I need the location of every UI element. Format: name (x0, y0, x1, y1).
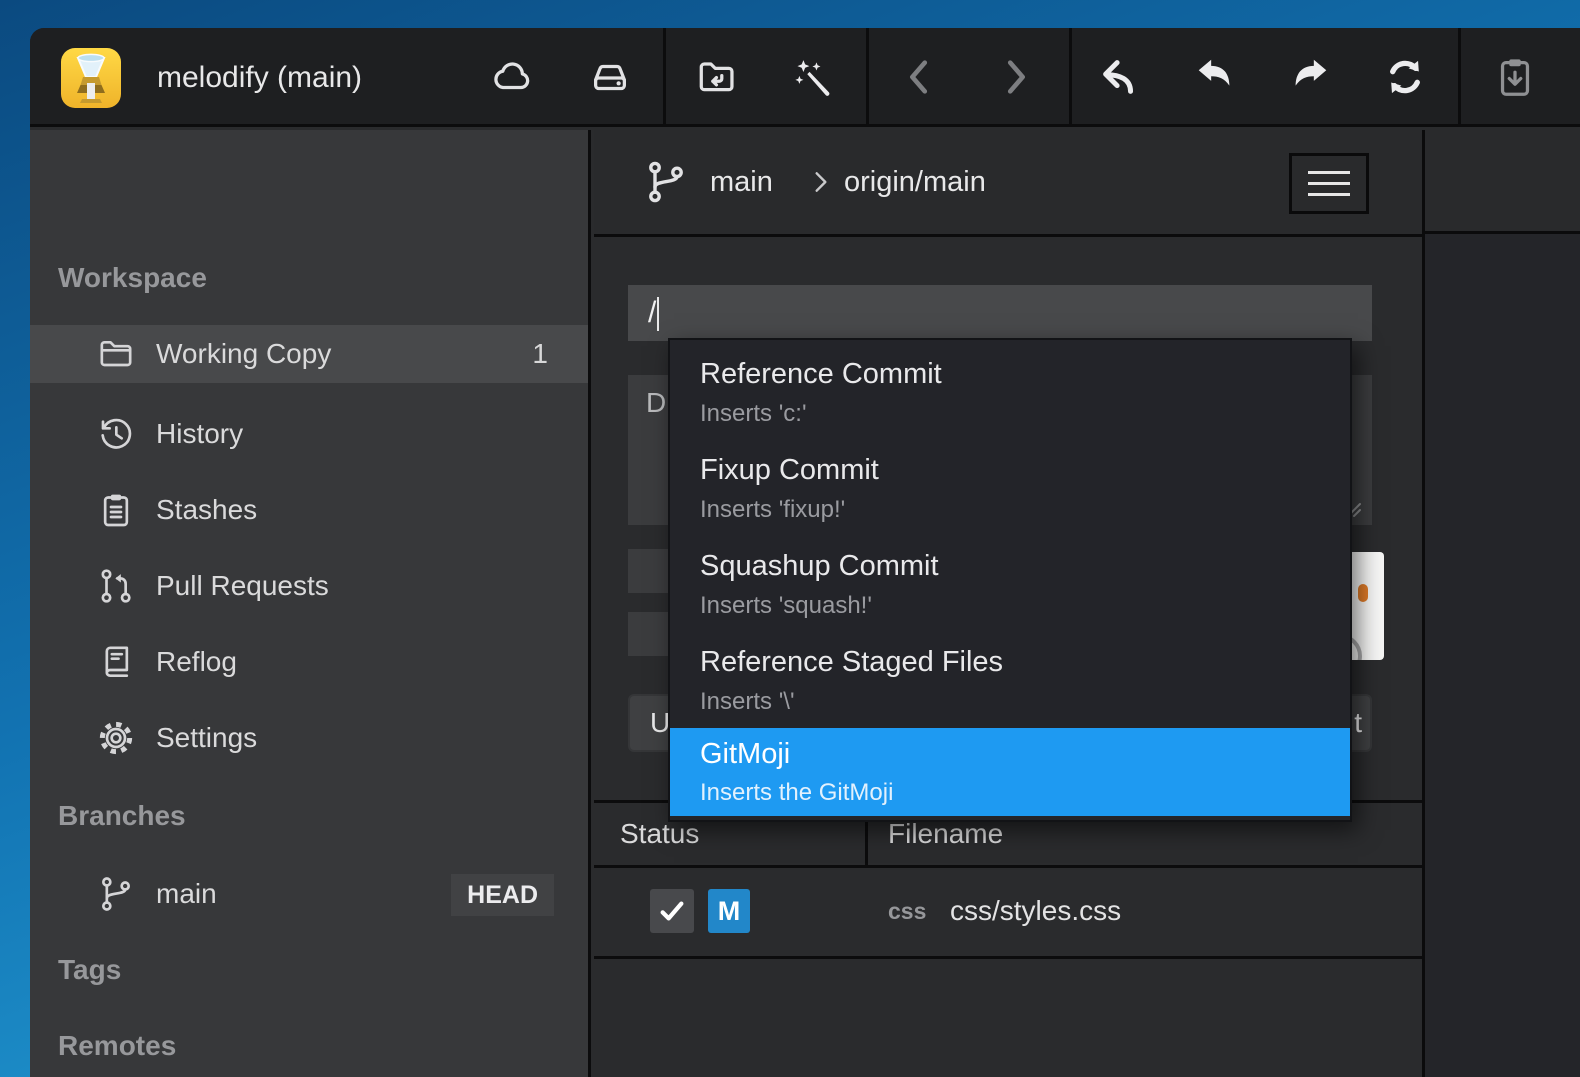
stage-checkbox[interactable] (650, 889, 694, 933)
commit-description-text: D (646, 387, 666, 418)
history-icon (96, 414, 136, 454)
book-icon (96, 642, 136, 682)
autocomplete-item-reference-commit[interactable]: Reference Commit Inserts 'c:' (670, 344, 1350, 440)
sidebar: Workspace Working Copy 1 History Stashes (30, 130, 591, 1077)
branch-icon (96, 874, 136, 914)
sync-button[interactable] (1381, 53, 1429, 101)
pull-button[interactable] (1096, 53, 1144, 101)
branch-icon (642, 158, 690, 206)
stash-icon (96, 490, 136, 530)
sidebar-section-branches: Branches (58, 788, 186, 844)
commit-autocomplete-dropdown: Reference Commit Inserts 'c:' Fixup Comm… (668, 338, 1352, 822)
chevron-right-icon (804, 166, 836, 198)
working-copy-count-badge: 1 (532, 325, 548, 383)
detail-panel-header (1425, 130, 1580, 234)
clipboard-button[interactable] (1491, 53, 1539, 101)
sidebar-item-label: Reflog (156, 633, 237, 691)
app-window: melodify (main) (30, 28, 1580, 1077)
magic-wand-button[interactable] (789, 53, 837, 101)
sidebar-item-label: History (156, 405, 243, 463)
file-name-label: css/styles.css (950, 871, 1121, 951)
sidebar-item-label: Working Copy (156, 325, 331, 383)
commit-pane: / D U t Status Filename M css css (594, 237, 1422, 1077)
autocomplete-item-reference-staged-files[interactable]: Reference Staged Files Inserts '\' (670, 632, 1350, 728)
sidebar-item-label: Pull Requests (156, 557, 329, 615)
sidebar-item-working-copy[interactable]: Working Copy 1 (30, 325, 588, 383)
sidebar-section-tags: Tags (58, 942, 121, 998)
commit-summary-input[interactable]: / (628, 285, 1372, 341)
breadcrumb-remote[interactable]: origin/main (844, 130, 986, 234)
sidebar-item-pull-requests[interactable]: Pull Requests (30, 557, 588, 615)
forward-button[interactable] (991, 53, 1039, 101)
detail-panel (1422, 130, 1580, 1077)
window-title: melodify (main) (157, 28, 362, 127)
sidebar-item-reflog[interactable]: Reflog (30, 633, 588, 691)
file-type-label: css (888, 871, 926, 951)
autocomplete-item-gitmoji[interactable]: GitMoji Inserts the GitMoji (670, 728, 1350, 816)
staged-file-row[interactable]: M css css/styles.css (594, 871, 1422, 959)
autocomplete-item-squashup-commit[interactable]: Squashup Commit Inserts 'squash!' (670, 536, 1350, 632)
head-badge: HEAD (451, 874, 554, 916)
modified-status-badge: M (708, 889, 750, 933)
redo-commit-button[interactable] (1286, 53, 1334, 101)
sidebar-item-label: main (156, 865, 217, 923)
sidebar-item-history[interactable]: History (30, 405, 588, 463)
text-caret (657, 297, 659, 331)
sidebar-section-remotes: Remotes (58, 1018, 176, 1074)
drive-button[interactable] (586, 53, 634, 101)
cloud-button[interactable] (488, 53, 536, 101)
open-repo-button[interactable] (693, 53, 741, 101)
toolbar-separator (1069, 28, 1072, 127)
sidebar-item-label: Stashes (156, 481, 257, 539)
pull-request-icon (96, 566, 136, 606)
sidebar-item-label: Settings (156, 709, 257, 767)
folder-icon (96, 334, 136, 374)
branch-breadcrumb-bar: main origin/main (594, 130, 1422, 237)
sidebar-item-stashes[interactable]: Stashes (30, 481, 588, 539)
gear-icon (96, 718, 136, 758)
commit-summary-value: / (648, 296, 656, 329)
titlebar: melodify (main) (30, 28, 1580, 127)
back-button[interactable] (896, 53, 944, 101)
branch-menu-button[interactable] (1289, 153, 1369, 214)
autocomplete-item-fixup-commit[interactable]: Fixup Commit Inserts 'fixup!' (670, 440, 1350, 536)
breadcrumb-branch[interactable]: main (710, 130, 773, 234)
undo-commit-button[interactable] (1191, 53, 1239, 101)
sidebar-item-settings[interactable]: Settings (30, 709, 588, 767)
toolbar-separator (1458, 28, 1461, 127)
hamburger-icon (1308, 171, 1350, 174)
gitmoji-preview-detail (1358, 584, 1368, 602)
sidebar-section-workspace: Workspace (58, 250, 207, 306)
toolbar-separator (663, 28, 666, 127)
app-icon (60, 47, 122, 109)
toolbar-separator (866, 28, 869, 127)
sidebar-item-branch-main[interactable]: main HEAD (30, 865, 588, 923)
